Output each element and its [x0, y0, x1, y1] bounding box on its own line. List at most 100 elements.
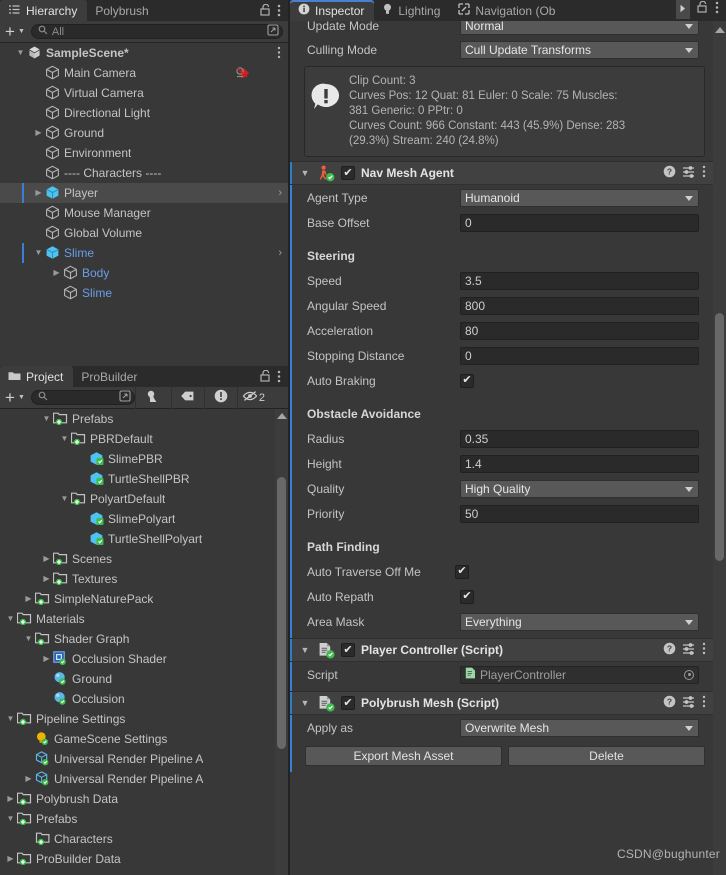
field-control-auto-braking[interactable]: ✔	[460, 372, 699, 390]
field-row-auto-repath[interactable]: Auto Repath ✔	[290, 584, 713, 609]
component-header-player-controller-script[interactable]: ▼ ✔ Player Controller (Script)?	[290, 638, 713, 662]
help-icon[interactable]: ?	[663, 165, 676, 181]
field-row-quality[interactable]: Quality High Quality	[290, 476, 713, 501]
checkbox-auto-repath[interactable]: ✔	[460, 589, 474, 604]
twisty-expanded-icon[interactable]: ▼	[4, 809, 17, 829]
project-item-probuilder-data[interactable]: ▶ ProBuilder Data	[0, 849, 288, 869]
tab-polybrush[interactable]: Polybrush	[87, 0, 159, 21]
open-prefab-chevron-icon[interactable]: ›	[278, 187, 282, 199]
help-icon[interactable]: ?	[663, 642, 676, 658]
console-warning-button[interactable]	[203, 386, 237, 409]
twisty-collapsed-icon[interactable]: ▶	[40, 649, 53, 669]
field-row-stopping-distance[interactable]: Stopping Distance 0	[290, 343, 713, 368]
field-control-quality[interactable]: High Quality	[460, 479, 699, 498]
twisty-expanded-icon[interactable]: ▼	[4, 609, 17, 629]
field-row-height[interactable]: Height 1.4	[290, 451, 713, 476]
field-row-auto-traverse-off-me[interactable]: Auto Traverse Off Me ✔	[290, 559, 713, 584]
dropdown-apply-as[interactable]: Overwrite Mesh	[460, 718, 699, 737]
field-control-area-mask[interactable]: Everything	[460, 612, 699, 631]
tab-lighting[interactable]: Lighting	[374, 0, 451, 21]
field-row-auto-braking[interactable]: Auto Braking ✔	[290, 368, 713, 393]
twisty-collapsed-icon[interactable]: ▶	[4, 849, 17, 869]
twisty-expanded-icon[interactable]: ▼	[58, 429, 71, 449]
hierarchy-item-player[interactable]: ▶ Player ›	[0, 183, 288, 203]
field-row-script[interactable]: Script PlayerController	[290, 662, 713, 687]
field-row-apply-as[interactable]: Apply as Overwrite Mesh	[290, 715, 713, 740]
project-search-input[interactable]	[30, 390, 135, 405]
twisty-collapsed-icon[interactable]: ▶	[22, 769, 35, 789]
culling-mode-control[interactable]: Cull Update Transforms	[460, 40, 699, 59]
kebab-menu-icon[interactable]	[702, 695, 706, 711]
tab-project[interactable]: Project	[0, 366, 74, 387]
project-item-scenes[interactable]: ▶ Scenes	[0, 549, 288, 569]
dropdown-agent-type[interactable]: Humanoid	[460, 188, 699, 207]
scroll-up-arrow-icon[interactable]	[715, 27, 725, 33]
project-item-turtleshellpolyart[interactable]: TurtleShellPolyart	[0, 529, 288, 549]
dropdown-quality[interactable]: High Quality	[460, 479, 699, 498]
project-item-pbrdefault[interactable]: ▼ PBRDefault	[0, 429, 288, 449]
input-height[interactable]: 1.4	[460, 454, 699, 473]
input-speed[interactable]: 3.5	[460, 271, 699, 290]
hierarchy-item-samplescene[interactable]: ▼ SampleScene*	[0, 43, 288, 63]
twisty-collapsed-icon[interactable]: ▶	[40, 569, 53, 589]
project-item-gamescene-settings[interactable]: GameScene Settings	[0, 729, 288, 749]
project-item-occlusion-shader[interactable]: ▶ Occlusion Shader	[0, 649, 288, 669]
twisty-expanded-icon[interactable]: ▼	[4, 709, 17, 729]
field-row-speed[interactable]: Speed 3.5	[290, 268, 713, 293]
kebab-menu-icon[interactable]	[715, 1, 719, 16]
preset-icon[interactable]	[682, 165, 696, 181]
field-control-auto-repath[interactable]: ✔	[460, 588, 699, 606]
field-row-radius[interactable]: Radius 0.35	[290, 426, 713, 451]
kebab-menu-icon[interactable]	[277, 4, 281, 19]
field-control-stopping-distance[interactable]: 0	[460, 346, 699, 365]
button-export-mesh-asset[interactable]: Export Mesh Asset	[305, 746, 502, 766]
component-header-polybrush-mesh-script[interactable]: ▼ ✔ Polybrush Mesh (Script)?	[290, 691, 713, 715]
object-picker-icon[interactable]	[684, 669, 694, 680]
project-item-universal-render-pipeline-a[interactable]: Universal Render Pipeline A	[0, 749, 288, 769]
input-base-offset[interactable]: 0	[460, 213, 699, 232]
open-prefab-chevron-icon[interactable]: ›	[278, 247, 282, 259]
field-control-auto-traverse-off-me[interactable]: ✔	[455, 563, 699, 581]
field-row-base-offset[interactable]: Base Offset 0	[290, 210, 713, 235]
hidden-assets-button[interactable]: 2	[236, 386, 267, 409]
inspector-scrollbar[interactable]	[713, 21, 726, 875]
filter-window-icon[interactable]	[119, 390, 131, 405]
update-mode-dropdown[interactable]: Normal	[460, 21, 699, 35]
asset-pipeline-button[interactable]	[134, 386, 171, 409]
input-angular-speed[interactable]: 800	[460, 296, 699, 315]
field-row-agent-type[interactable]: Agent Type Humanoid	[290, 185, 713, 210]
hierarchy-item-body[interactable]: ▶ Body	[0, 263, 288, 283]
filter-window-icon[interactable]	[267, 24, 279, 39]
field-control-base-offset[interactable]: 0	[460, 213, 699, 232]
project-item-prefabs[interactable]: ▼ Prefabs	[0, 809, 288, 829]
project-item-universal-render-pipeline-a[interactable]: ▶ Universal Render Pipeline A	[0, 769, 288, 789]
project-item-textures[interactable]: ▶ Textures	[0, 569, 288, 589]
project-item-polyartdefault[interactable]: ▼ PolyartDefault	[0, 489, 288, 509]
kebab-menu-icon[interactable]	[277, 370, 281, 385]
field-control-script[interactable]: PlayerController	[460, 665, 699, 684]
hierarchy-item-ground[interactable]: ▶ Ground	[0, 123, 288, 143]
project-item-polybrush-data[interactable]: ▶ Polybrush Data	[0, 789, 288, 809]
twisty-collapsed-icon[interactable]: ▶	[22, 589, 35, 609]
component-foldout-icon[interactable]: ▼	[298, 645, 312, 655]
hierarchy-item-characters[interactable]: ---- Characters ----	[0, 163, 288, 183]
hierarchy-item-mouse-manager[interactable]: Mouse Manager	[0, 203, 288, 223]
field-control-radius[interactable]: 0.35	[460, 429, 699, 448]
field-control-agent-type[interactable]: Humanoid	[460, 188, 699, 207]
tab-inspector[interactable]: Inspector	[290, 0, 375, 21]
input-priority[interactable]: 50	[460, 504, 699, 523]
hierarchy-item-directional-light[interactable]: Directional Light	[0, 103, 288, 123]
preset-icon[interactable]	[682, 695, 696, 711]
dropdown-area-mask[interactable]: Everything	[460, 612, 699, 631]
project-item-slimepbr[interactable]: SlimePBR	[0, 449, 288, 469]
field-control-height[interactable]: 1.4	[460, 454, 699, 473]
lock-open-icon[interactable]	[697, 0, 708, 16]
culling-mode-row[interactable]: Culling Mode Cull Update Transforms	[290, 37, 713, 62]
component-enabled-checkbox[interactable]: ✔	[341, 643, 355, 657]
twisty-collapsed-icon[interactable]: ▶	[32, 123, 45, 143]
field-control-priority[interactable]: 50	[460, 504, 699, 523]
kebab-menu-icon[interactable]	[702, 165, 706, 181]
field-control-angular-speed[interactable]: 800	[460, 296, 699, 315]
project-item-prefabs[interactable]: ▼ Prefabs	[0, 409, 288, 429]
field-row-area-mask[interactable]: Area Mask Everything	[290, 609, 713, 634]
